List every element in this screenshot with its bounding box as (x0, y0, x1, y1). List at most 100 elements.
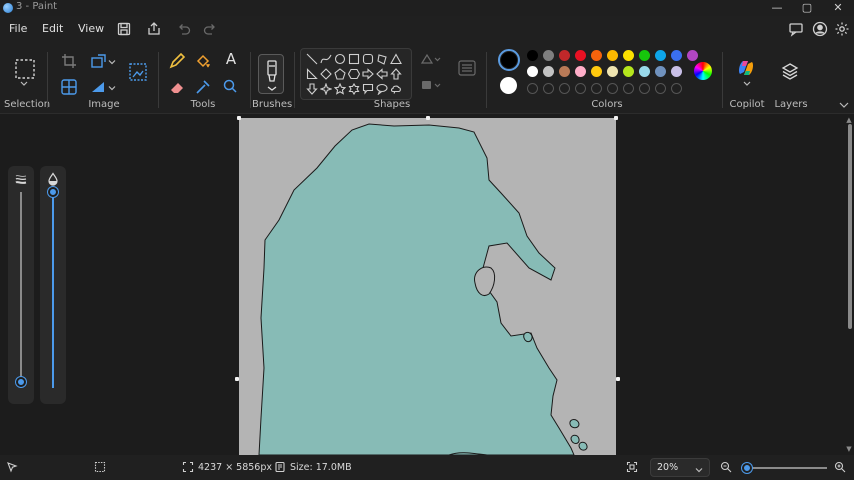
flip-rotate-icon[interactable] (90, 78, 108, 96)
selection-dropdown-chevron-icon[interactable] (19, 78, 29, 86)
canvas-resize-handle[interactable] (235, 377, 239, 381)
brush-size-slider-thumb[interactable] (16, 377, 26, 388)
color-swatch[interactable] (687, 50, 698, 61)
color-swatch[interactable] (543, 50, 554, 61)
empty-color-swatch[interactable] (607, 83, 618, 94)
color-swatch[interactable] (671, 50, 682, 61)
zoom-out-icon[interactable] (720, 461, 732, 473)
rectangle-shape-icon[interactable] (348, 53, 360, 65)
menu-file[interactable]: File (9, 22, 27, 35)
color-swatch[interactable] (607, 66, 618, 77)
color-swatch[interactable] (559, 50, 570, 61)
drawing-canvas[interactable] (239, 118, 616, 455)
color-swatch[interactable] (623, 66, 634, 77)
crop-icon[interactable] (60, 52, 78, 70)
select-all-icon[interactable] (60, 78, 78, 96)
color-swatch[interactable] (543, 66, 554, 77)
diamond-shape-icon[interactable] (320, 68, 332, 80)
zoom-slider-track[interactable] (747, 467, 827, 469)
color-swatch[interactable] (655, 50, 666, 61)
empty-color-swatch[interactable] (559, 83, 570, 94)
ribbon-collapse-chevron-icon[interactable] (838, 100, 850, 110)
brush-size-slider-track[interactable] (20, 192, 22, 388)
edit-colors-wheel-icon[interactable] (694, 62, 712, 80)
canvas-resize-handle[interactable] (237, 116, 241, 120)
callout-oval-shape-icon[interactable] (376, 83, 388, 96)
down-arrow-shape-icon[interactable] (306, 83, 318, 95)
resize-dropdown-chevron-icon[interactable] (108, 56, 116, 65)
line-shape-icon[interactable] (306, 53, 318, 65)
oval-shape-icon[interactable] (334, 53, 346, 65)
curve-shape-icon[interactable] (320, 53, 332, 65)
feedback-icon[interactable] (788, 21, 804, 37)
color-swatch[interactable] (575, 66, 586, 77)
brushes-button[interactable] (258, 54, 284, 94)
color-swatch[interactable] (655, 66, 666, 77)
settings-gear-icon[interactable] (834, 21, 850, 37)
color-swatch[interactable] (671, 66, 682, 77)
color-swatch[interactable] (639, 50, 650, 61)
zoom-level-dropdown[interactable]: 20% (650, 458, 710, 477)
minimize-button[interactable]: — (762, 0, 792, 16)
vertical-scrollbar[interactable]: ▲ ▼ (844, 114, 854, 455)
zoom-slider-thumb[interactable] (742, 463, 752, 473)
empty-color-swatch[interactable] (543, 83, 554, 94)
callout-rectangle-shape-icon[interactable] (362, 83, 374, 95)
maximize-button[interactable]: ▢ (792, 0, 822, 16)
canvas-resize-handle[interactable] (426, 116, 430, 120)
fit-to-window-icon[interactable] (626, 461, 638, 473)
polygon-shape-icon[interactable] (376, 53, 388, 65)
right-arrow-shape-icon[interactable] (362, 68, 374, 80)
copilot-logo-icon[interactable] (737, 58, 755, 78)
menu-view[interactable]: View (78, 22, 104, 35)
up-arrow-shape-icon[interactable] (390, 68, 402, 80)
pentagon-shape-icon[interactable] (334, 68, 346, 80)
shape-fill-icon[interactable] (420, 78, 442, 92)
image-background-icon[interactable] (128, 62, 148, 82)
canvas-resize-handle[interactable] (614, 116, 618, 120)
color-swatch[interactable] (607, 50, 618, 61)
triangle-shape-icon[interactable] (390, 53, 402, 65)
vertical-scrollbar-thumb[interactable] (848, 124, 852, 329)
color-picker-icon[interactable] (194, 78, 212, 96)
save-icon[interactable] (116, 21, 132, 37)
account-icon[interactable] (812, 21, 828, 37)
close-button[interactable]: ✕ (823, 0, 853, 16)
resize-icon[interactable] (90, 52, 108, 70)
scroll-down-arrow-icon[interactable]: ▼ (845, 445, 853, 453)
share-icon[interactable] (146, 21, 162, 37)
shape-size-icon[interactable] (458, 60, 476, 76)
opacity-slider-thumb[interactable] (48, 187, 58, 197)
menu-edit[interactable]: Edit (42, 22, 63, 35)
color-swatch[interactable] (623, 50, 634, 61)
callout-cloud-shape-icon[interactable] (390, 83, 402, 95)
magnifier-icon[interactable] (222, 78, 238, 94)
shape-outline-icon[interactable] (420, 52, 442, 66)
empty-color-swatch[interactable] (623, 83, 634, 94)
right-triangle-shape-icon[interactable] (306, 68, 318, 80)
pencil-icon[interactable] (168, 52, 186, 70)
copilot-dropdown-chevron-icon[interactable] (742, 78, 752, 86)
zoom-in-icon[interactable] (834, 461, 846, 473)
rotate-dropdown-chevron-icon[interactable] (108, 82, 116, 91)
fill-bucket-icon[interactable] (194, 52, 212, 70)
scroll-up-arrow-icon[interactable]: ▲ (845, 116, 853, 124)
layers-icon[interactable] (781, 62, 799, 80)
rounded-rectangle-shape-icon[interactable] (362, 53, 374, 65)
color-swatch[interactable] (559, 66, 570, 77)
redo-icon[interactable] (202, 21, 218, 37)
left-arrow-shape-icon[interactable] (376, 68, 388, 80)
secondary-color-swatch[interactable] (500, 77, 517, 94)
canvas-resize-handle[interactable] (616, 377, 620, 381)
eraser-icon[interactable] (168, 78, 186, 96)
text-tool-icon[interactable]: A (222, 50, 240, 68)
empty-color-swatch[interactable] (639, 83, 650, 94)
hexagon-shape-icon[interactable] (347, 68, 361, 80)
color-swatch[interactable] (639, 66, 650, 77)
primary-color-swatch[interactable] (498, 49, 520, 71)
six-point-star-shape-icon[interactable] (348, 82, 360, 96)
color-swatch[interactable] (575, 50, 586, 61)
color-swatch[interactable] (591, 50, 602, 61)
empty-color-swatch[interactable] (671, 83, 682, 94)
empty-color-swatch[interactable] (527, 83, 538, 94)
